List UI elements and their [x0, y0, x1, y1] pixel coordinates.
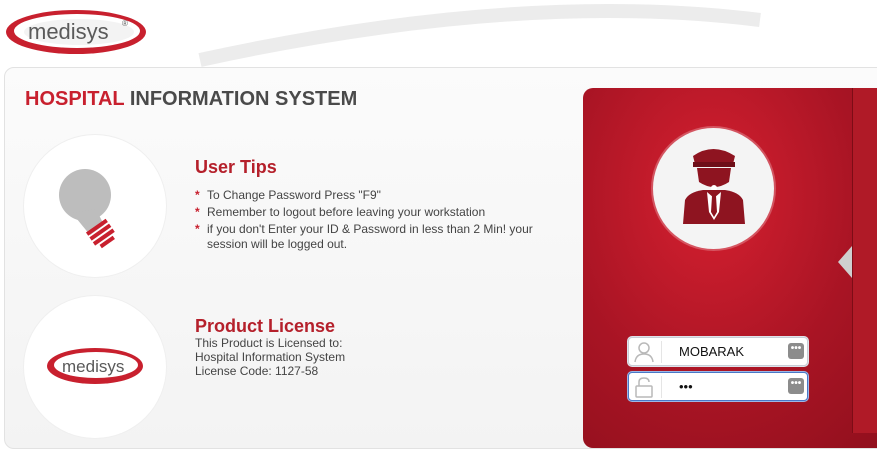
svg-text:medisys: medisys [62, 357, 124, 376]
user-icon [634, 342, 654, 363]
user-tips-heading: User Tips [195, 157, 277, 177]
keyboard-dots-icon[interactable]: ••• [788, 343, 804, 359]
bullet-star-icon: * [195, 188, 200, 202]
username-field[interactable]: ••• [628, 337, 808, 366]
avatar [653, 128, 774, 249]
lightbulb-circle [24, 135, 166, 277]
lock-icon [635, 377, 653, 398]
keyboard-dots-icon[interactable]: ••• [788, 378, 804, 394]
medisys-logo: medisys ® [4, 6, 148, 56]
tip-item: * Remember to logout before leaving your … [195, 205, 486, 219]
page-title-part2: INFORMATION SYSTEM [129, 88, 358, 110]
page-title-part1: HOSPITAL [25, 88, 125, 110]
license-line: License Code: 1127-58 [195, 364, 319, 378]
password-input[interactable] [669, 376, 789, 396]
field-separator [661, 341, 662, 363]
tip-item: * To Change Password Press "F9" [195, 188, 381, 202]
svg-text:medisys: medisys [28, 19, 109, 44]
page-title: HOSPITAL INFORMATION SYSTEM [25, 88, 357, 111]
license-line: Hospital Information System [195, 350, 346, 364]
username-input[interactable] [669, 341, 789, 361]
tip-item: * if you don't Enter your ID & Password i… [195, 222, 533, 251]
license-logo-circle: medisys [24, 296, 166, 438]
medisys-logo-small: medisys [47, 348, 143, 384]
field-separator [661, 376, 662, 398]
lightbulb-icon [59, 169, 115, 249]
collapse-arrow-icon[interactable] [838, 246, 852, 278]
bullet-star-icon: * [195, 205, 200, 219]
product-license-heading: Product License [195, 316, 336, 336]
license-line: This Product is Licensed to: [195, 336, 343, 350]
login-panel-side-strip [852, 88, 877, 433]
user-tips-list: * To Change Password Press "F9" * Remember… [195, 188, 555, 254]
password-field[interactable]: ••• [628, 372, 808, 401]
bullet-star-icon: * [195, 222, 200, 236]
security-guard-icon [683, 149, 745, 224]
svg-text:®: ® [122, 19, 128, 28]
license-info: This Product is Licensed to: Hospital In… [195, 336, 345, 378]
